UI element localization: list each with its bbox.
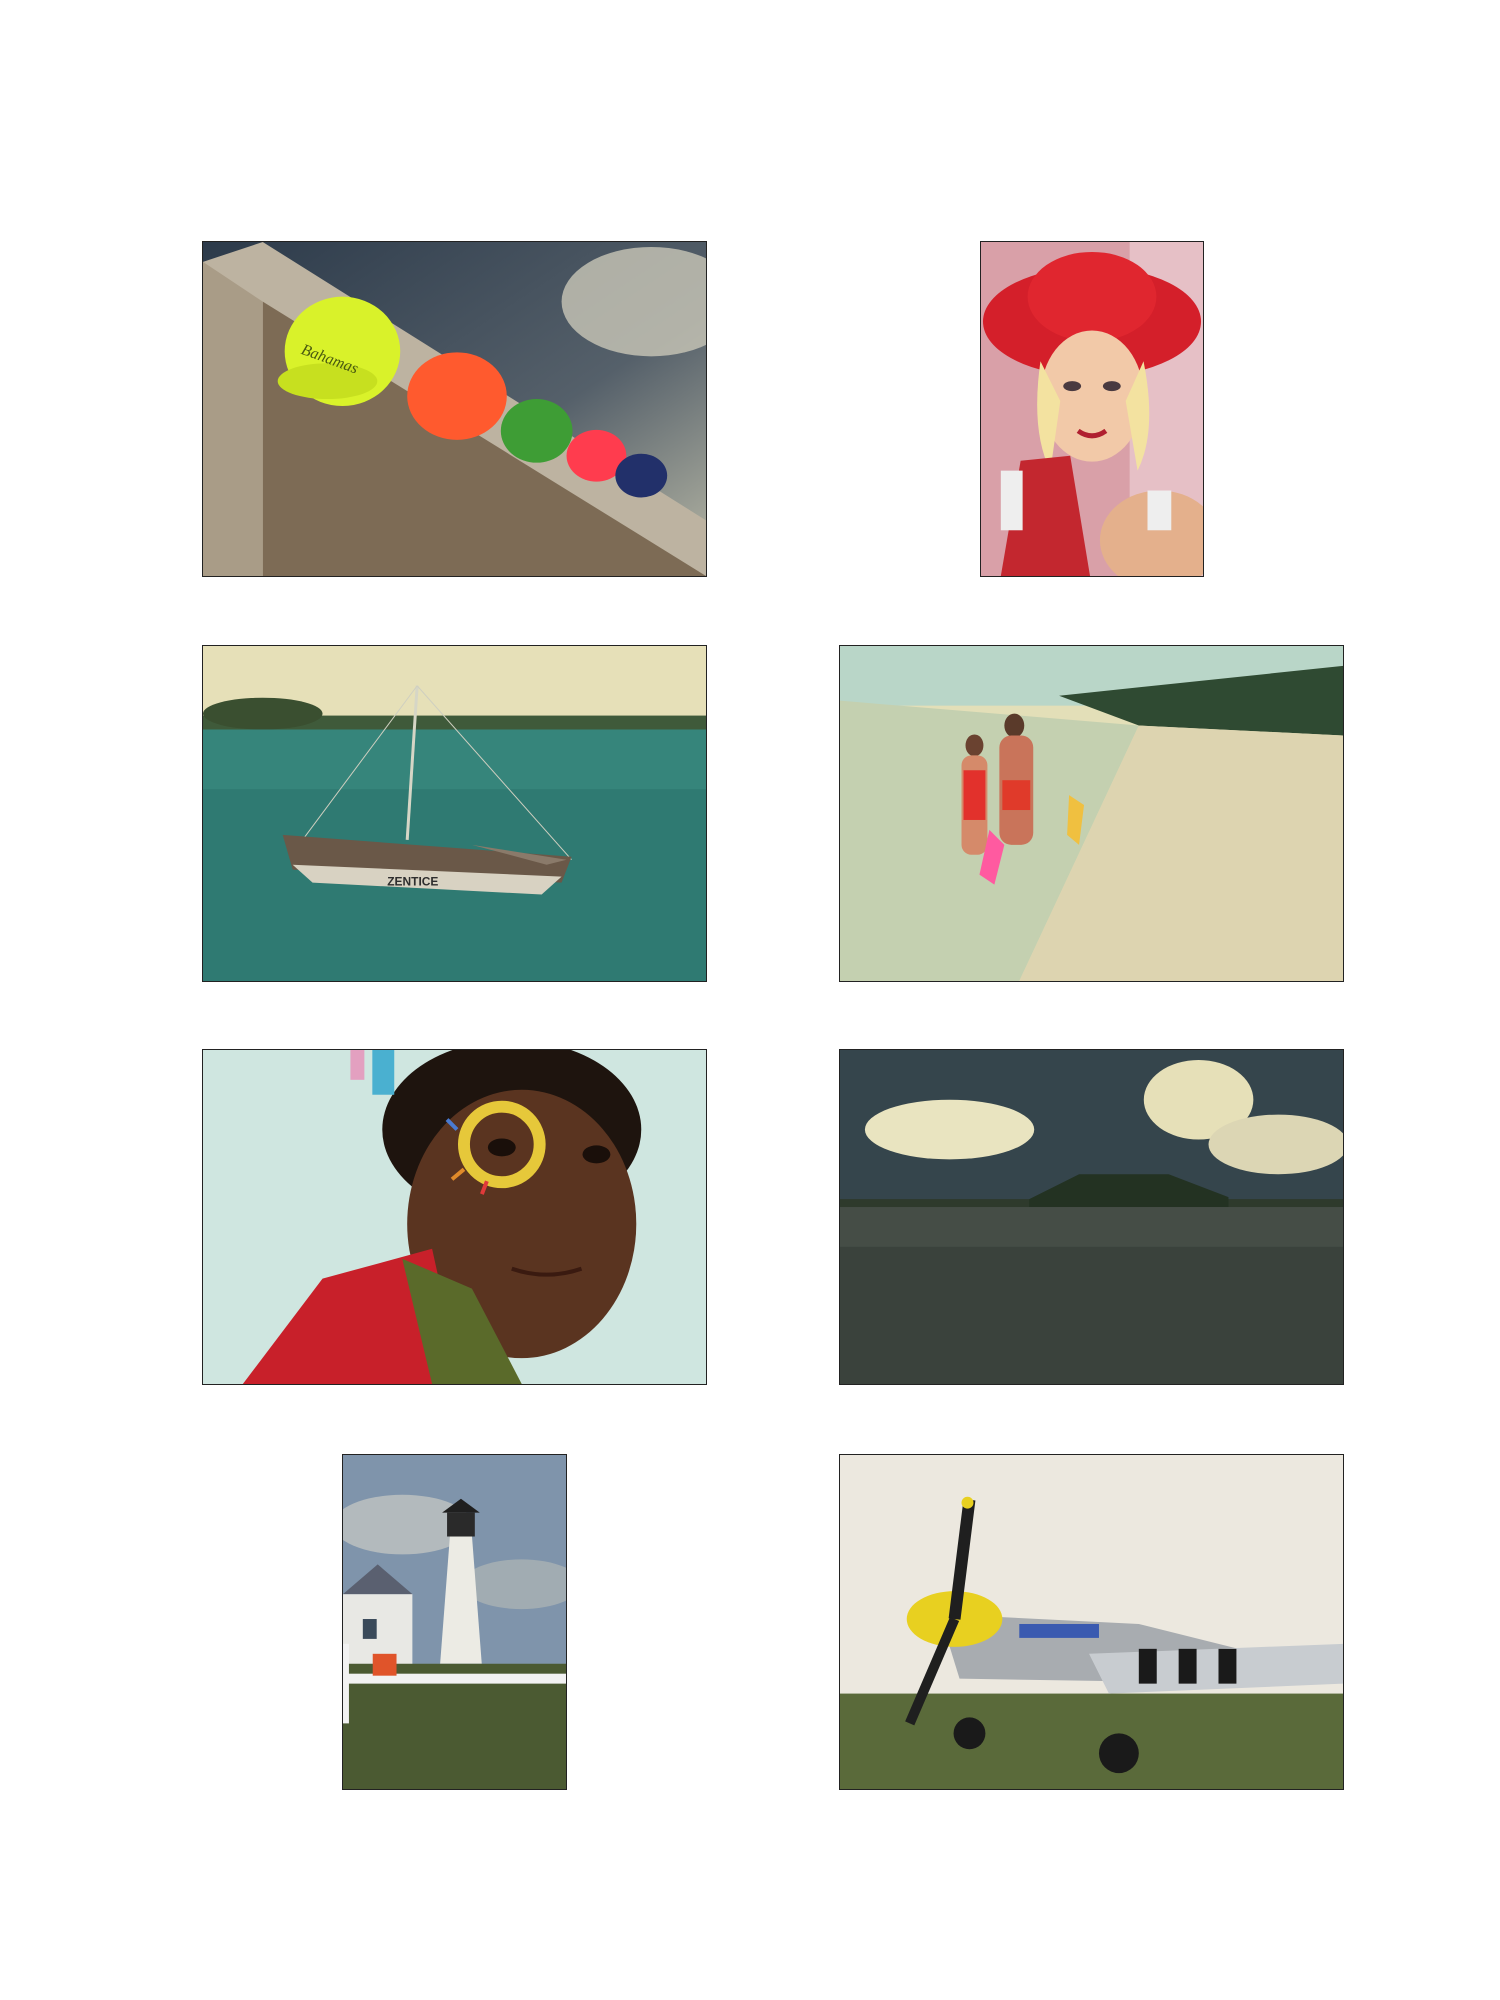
lighthouse-illustration: [343, 1455, 566, 1789]
sailboat-illustration: ZENTICE: [203, 646, 706, 981]
photo-woman-red-hat: [980, 241, 1204, 577]
hull-text: ZENTICE: [387, 875, 438, 889]
airplane-illustration: [840, 1455, 1343, 1789]
photo-couple-beach: [839, 645, 1344, 982]
photo-child-face-paint: [202, 1049, 707, 1385]
island-illustration: [840, 1050, 1343, 1384]
photo-palm-island: [839, 1049, 1344, 1385]
photo-caps-on-wall: Bahamas: [202, 241, 707, 577]
beach-illustration: [840, 646, 1343, 981]
photo-p51-airplane: [839, 1454, 1344, 1790]
caps-illustration: Bahamas: [203, 242, 706, 576]
photo-lighthouse: [342, 1454, 567, 1790]
portrait-illustration: [981, 242, 1203, 576]
child-illustration: [203, 1050, 706, 1384]
photo-sailboat: ZENTICE: [202, 645, 707, 982]
